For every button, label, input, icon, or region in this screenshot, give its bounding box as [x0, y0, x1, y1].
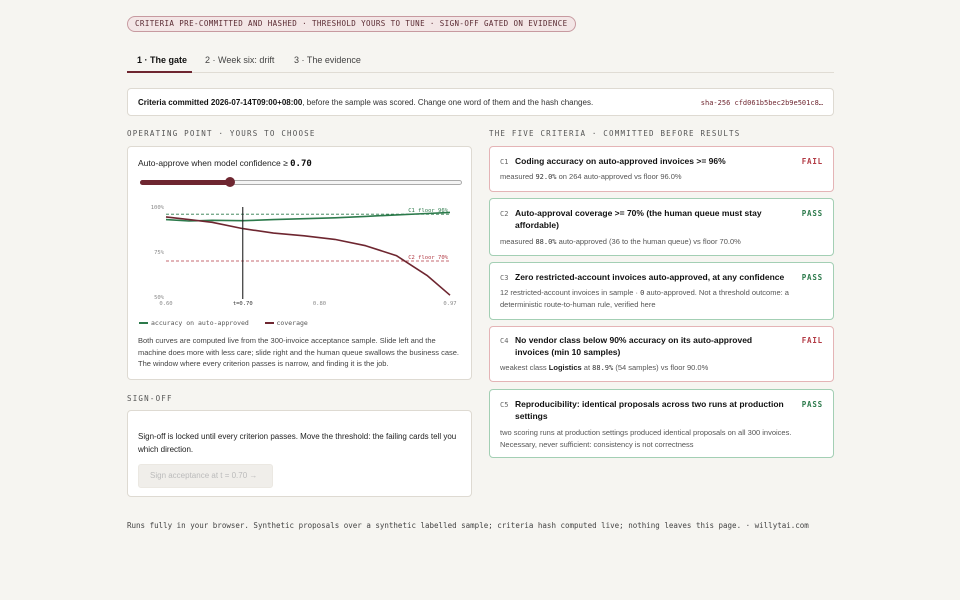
- commit-timestamp: Criteria committed 2026-07-14T09:00+08:0…: [138, 98, 303, 107]
- active-tab-indicator: [127, 71, 192, 73]
- criterion-detail: measured 92.0% on 264 auto-approved vs f…: [500, 171, 820, 183]
- reference-line-label: C2 floor 70%: [408, 255, 448, 261]
- legend-coverage: coverage: [276, 319, 308, 327]
- tab-the-gate[interactable]: 1 · The gate: [137, 55, 187, 65]
- detail-measure: 92.0%: [535, 173, 557, 181]
- legend-accuracy: accuracy on auto-approved: [151, 319, 249, 327]
- criterion-detail: weakest class Logistics at 88.9% (54 sam…: [500, 362, 820, 374]
- criteria-section-label: THE FIVE CRITERIA · COMMITTED BEFORE RES…: [489, 129, 741, 138]
- detail-text: two scoring runs at production settings …: [500, 428, 792, 449]
- detail-measure: 88.0%: [535, 238, 557, 246]
- detail-text: on 264 auto-approved vs floor 96.0%: [556, 172, 682, 181]
- x-tick-label: 0.80: [313, 301, 326, 307]
- slider-thumb[interactable]: [225, 177, 236, 187]
- slider-fill: [140, 180, 231, 185]
- criterion-title: Auto-approval coverage >= 70% (the human…: [515, 208, 762, 230]
- criterion-status-badge: FAIL: [801, 157, 823, 166]
- signoff-label: SIGN-OFF: [127, 394, 173, 403]
- detail-measure: 88.9%: [592, 364, 614, 372]
- threshold-value: 0.70: [290, 159, 312, 169]
- detail-text: (54 samples) vs floor 90.0%: [613, 363, 709, 372]
- criterion-status-badge: FAIL: [801, 336, 823, 345]
- criteria-commit-card: Criteria committed 2026-07-14T09:00+08:0…: [127, 88, 834, 116]
- sign-acceptance-button[interactable]: Sign acceptance at t = 0.70 →: [138, 464, 273, 488]
- banner-pill: CRITERIA PRE-COMMITTED AND HASHED · THRE…: [127, 16, 576, 32]
- chart-legend: accuracy on auto-approved coverage: [139, 319, 308, 327]
- criterion-status-badge: PASS: [801, 273, 823, 282]
- criterion-card-c4: C4 No vendor class below 90% accuracy on…: [489, 326, 834, 382]
- operating-point-label: OPERATING POINT · YOURS TO CHOOSE: [127, 129, 316, 138]
- criterion-id: C5: [500, 401, 509, 409]
- accuracy-curve: [165, 211, 451, 222]
- criterion-card-c1: C1 Coding accuracy on auto-approved invo…: [489, 146, 834, 192]
- criterion-card-c2: C2 Auto-approval coverage >= 70% (the hu…: [489, 198, 834, 256]
- x-tick-label: 0.97: [443, 301, 456, 307]
- criterion-detail: 12 restricted-account invoices in sample…: [500, 287, 820, 311]
- criterion-detail: two scoring runs at production settings …: [500, 427, 820, 451]
- criterion-title: Coding accuracy on auto-approved invoice…: [515, 156, 726, 166]
- detail-text: measured: [500, 237, 536, 246]
- legend-coverage-swatch: [264, 322, 274, 324]
- detail-text: at: [581, 363, 593, 372]
- x-tick-label: 0.60: [159, 301, 172, 307]
- tab-bar: 1 · The gate 2 · Week six: drift 3 · The…: [127, 48, 834, 73]
- criterion-detail: measured 88.0% auto-approved (36 to the …: [500, 236, 820, 248]
- criterion-card-c5: C5 Reproducibility: identical proposals …: [489, 389, 834, 458]
- criterion-title: No vendor class below 90% accuracy on it…: [515, 335, 753, 357]
- threshold-question-text: Auto-approve when model confidence ≥: [138, 158, 288, 168]
- y-tick-label: 75%: [154, 250, 165, 256]
- curves-chart: 100%75%50%0.60 0.80 0.97C1 floor 96%C2 flo…: [151, 205, 457, 307]
- operating-point-card: Auto-approve when model confidence ≥ 0.7…: [127, 146, 472, 380]
- tab-week-six-drift[interactable]: 2 · Week six: drift: [205, 55, 274, 65]
- criterion-title: Zero restricted-account invoices auto-ap…: [515, 272, 785, 282]
- signoff-card: Sign-off is locked until every criterion…: [127, 410, 472, 497]
- threshold-marker-label: t=0.70: [233, 301, 253, 307]
- criterion-id: C4: [500, 337, 509, 345]
- detail-text: measured: [500, 172, 536, 181]
- detail-text: auto-approved (36 to the human queue) vs…: [556, 237, 741, 246]
- criterion-id: C2: [500, 210, 509, 218]
- detail-text: weakest class: [500, 363, 549, 372]
- commit-statement: Criteria committed 2026-07-14T09:00+08:0…: [138, 98, 593, 107]
- criterion-id: C3: [500, 274, 509, 282]
- threshold-slider[interactable]: [140, 177, 462, 187]
- signoff-text: Sign-off is locked until every criterion…: [138, 432, 457, 454]
- curves-description: Both curves are computed live from the 3…: [138, 336, 460, 368]
- weakest-class-name: Logistics: [548, 363, 582, 372]
- footer-note: Runs fully in your browser. Synthetic pr…: [127, 521, 809, 530]
- criterion-title: Reproducibility: identical proposals acr…: [515, 399, 784, 421]
- threshold-question: Auto-approve when model confidence ≥ 0.7…: [138, 158, 312, 169]
- criterion-id: C1: [500, 158, 509, 166]
- commit-note: , before the sample was scored. Change o…: [302, 98, 594, 107]
- criteria-hash: sha-256 cfd061b5bec2b9e501c8…: [700, 99, 823, 107]
- tab-the-evidence[interactable]: 3 · The evidence: [294, 55, 361, 65]
- criterion-status-badge: PASS: [801, 209, 823, 218]
- legend-accuracy-swatch: [139, 322, 148, 324]
- detail-text: 12 restricted-account invoices in sample…: [500, 288, 641, 297]
- criterion-card-c3: C3 Zero restricted-account invoices auto…: [489, 262, 834, 320]
- y-tick-label: 100%: [151, 205, 165, 211]
- criterion-status-badge: PASS: [801, 400, 823, 409]
